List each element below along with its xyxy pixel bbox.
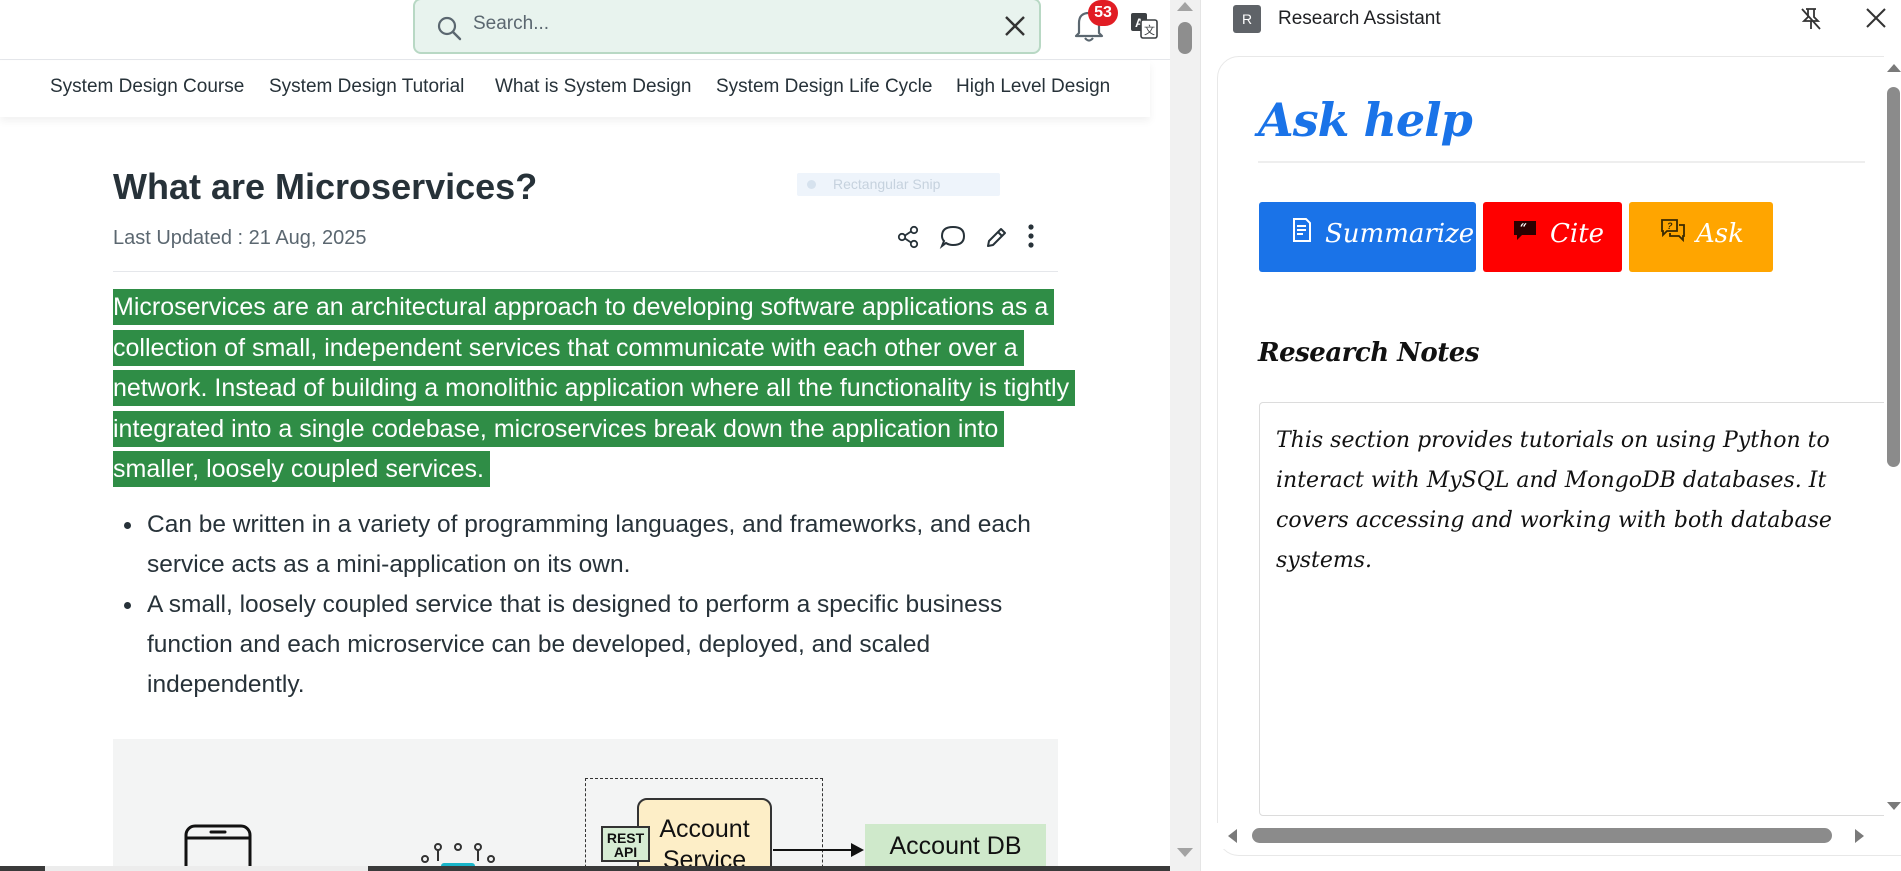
edit-icon[interactable] (982, 222, 1012, 252)
intro-paragraph-highlighted: Microservices are an architectural appro… (113, 287, 1076, 490)
nav-item-what-is-system-design[interactable]: What is System Design (495, 76, 691, 98)
panel-content: Ask help Summarize “ Cite ? Ask Research… (1217, 56, 1901, 856)
document-icon (1293, 218, 1311, 242)
unpin-icon[interactable] (1798, 6, 1824, 32)
close-panel-icon[interactable] (1863, 5, 1889, 31)
account-db-box: Account DB (865, 824, 1046, 868)
scroll-down-arrow[interactable] (1177, 848, 1193, 857)
page-title: What are Microservices? (113, 166, 538, 207)
account-service-box: Account Service (637, 798, 772, 871)
bottom-bar (0, 866, 1170, 871)
panel-title: Research Assistant (1278, 8, 1441, 29)
svg-text:“: “ (1520, 221, 1527, 235)
heading-divider (1258, 161, 1865, 163)
snip-dot-icon (807, 180, 816, 189)
page-scrollbar[interactable] (1170, 0, 1200, 871)
chat-question-icon: ? (1661, 219, 1685, 243)
cite-button[interactable]: “ Cite (1483, 202, 1622, 272)
rest-api-label: REST API (601, 826, 650, 862)
bottom-bar-segment (45, 866, 368, 871)
close-icon[interactable] (1001, 12, 1029, 40)
summarize-button[interactable]: Summarize (1259, 202, 1476, 272)
panel-scroll-right-arrow[interactable] (1855, 829, 1864, 843)
panel-scroll-up-arrow[interactable] (1887, 64, 1901, 72)
research-assistant-panel: R Research Assistant Ask help Summarize (1200, 0, 1901, 871)
title-divider (113, 271, 1058, 272)
translate-icon[interactable]: A 文 (1130, 10, 1158, 40)
microservices-diagram: Account Service REST API Account DB (113, 739, 1058, 871)
nav-item-system-design-tutorial[interactable]: System Design Tutorial (269, 76, 464, 98)
svg-text:文: 文 (1144, 23, 1155, 37)
list-item: A small, loosely coupled service that is… (113, 585, 1063, 705)
arrow-head (851, 843, 864, 857)
snip-overlay: Rectangular Snip (797, 173, 1000, 196)
more-options-icon[interactable] (1021, 222, 1041, 252)
share-icon[interactable] (893, 222, 923, 252)
panel-scroll-down-arrow[interactable] (1887, 802, 1901, 810)
nav-item-system-design-life-cycle[interactable]: System Design Life Cycle (716, 76, 932, 98)
ask-label: Ask (1696, 219, 1744, 249)
scrollbar-thumb[interactable] (1178, 22, 1192, 54)
arrow-line (773, 849, 853, 851)
feature-list: Can be written in a variety of programmi… (113, 505, 1063, 705)
nav-item-system-design-course[interactable]: System Design Course (50, 76, 244, 98)
panel-horizontal-scrollbar[interactable] (1217, 823, 1884, 849)
panel-title-bar: R Research Assistant (1201, 0, 1901, 38)
svg-text:?: ? (1667, 221, 1673, 231)
panel-vertical-scrollbar[interactable] (1884, 56, 1901, 816)
extension-favicon: R (1233, 5, 1261, 33)
scroll-up-arrow[interactable] (1177, 2, 1193, 11)
panel-scroll-left-arrow[interactable] (1228, 829, 1237, 843)
snip-label: Rectangular Snip (833, 176, 941, 192)
cite-label: Cite (1550, 219, 1605, 249)
notification-badge: 53 (1088, 0, 1118, 26)
category-nav: System Design Course System Design Tutor… (0, 61, 1150, 117)
search-icon (437, 16, 462, 41)
panel-heading: Ask help (1258, 93, 1473, 147)
quote-icon: “ (1514, 221, 1536, 240)
research-notes-textarea[interactable]: This section provides tutorials on using… (1259, 402, 1899, 816)
panel-scrollbar-thumb[interactable] (1887, 87, 1900, 467)
article-page: Search... 53 A 文 System Design Course Sy… (0, 0, 1170, 871)
panel-hscrollbar-thumb[interactable] (1252, 828, 1832, 843)
phone-icon (184, 824, 252, 871)
research-notes-heading: Research Notes (1258, 338, 1479, 368)
last-updated: Last Updated : 21 Aug, 2025 (113, 227, 367, 249)
top-bar: Search... 53 A 文 (0, 0, 1170, 60)
search-input[interactable]: Search... (473, 13, 549, 35)
search-box[interactable]: Search... (413, 0, 1041, 54)
list-item: Can be written in a variety of programmi… (113, 505, 1063, 585)
summarize-label: Summarize (1325, 219, 1475, 249)
comment-icon[interactable] (938, 222, 968, 252)
ask-button[interactable]: ? Ask (1629, 202, 1773, 272)
nav-item-high-level-design[interactable]: High Level Design (956, 76, 1110, 98)
